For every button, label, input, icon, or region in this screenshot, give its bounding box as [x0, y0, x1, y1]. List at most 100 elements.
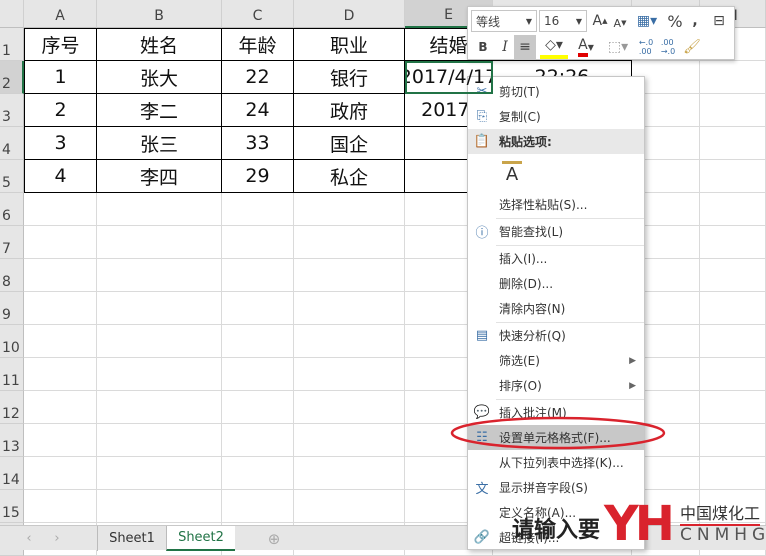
cell-D9[interactable]: [294, 292, 405, 325]
row-header-11[interactable]: 11: [0, 358, 24, 391]
row-header-1[interactable]: 1: [0, 28, 24, 61]
percent-button[interactable]: %: [666, 11, 684, 31]
cell-B5[interactable]: 李四: [97, 160, 222, 193]
format-painter-icon[interactable]: 🖌: [682, 35, 702, 59]
cell-D6[interactable]: [294, 193, 405, 226]
increase-decimal-icon[interactable]: ←.0.00: [636, 35, 656, 59]
menu-item-8[interactable]: 清除内容(N): [468, 296, 644, 321]
cell-B11[interactable]: [97, 358, 222, 391]
cell-A15[interactable]: [24, 490, 97, 523]
cell-E2[interactable]: 2017/4/17: [405, 61, 493, 94]
cell-C3[interactable]: 24: [222, 94, 294, 127]
row-header-6[interactable]: 6: [0, 193, 24, 226]
cell-H5[interactable]: [700, 160, 766, 193]
row-header-5[interactable]: 5: [0, 160, 24, 193]
column-header-C[interactable]: C: [222, 0, 294, 28]
cell-A9[interactable]: [24, 292, 97, 325]
cell-D12[interactable]: [294, 391, 405, 424]
increase-font-icon[interactable]: A ▲: [591, 11, 609, 31]
decrease-decimal-icon[interactable]: .00 →.0: [658, 35, 678, 59]
cell-C10[interactable]: [222, 325, 294, 358]
cell-A10[interactable]: [24, 325, 97, 358]
italic-button[interactable]: I: [496, 37, 514, 57]
cell-A11[interactable]: [24, 358, 97, 391]
cell-A7[interactable]: [24, 226, 97, 259]
cell-B9[interactable]: [97, 292, 222, 325]
cell-C12[interactable]: [222, 391, 294, 424]
cell-H6[interactable]: [700, 193, 766, 226]
cell-D13[interactable]: [294, 424, 405, 457]
cell-B8[interactable]: [97, 259, 222, 292]
cell-H14[interactable]: [700, 457, 766, 490]
cell-H8[interactable]: [700, 259, 766, 292]
menu-item-4[interactable]: 选择性粘贴(S)...: [468, 192, 644, 217]
cell-H3[interactable]: [700, 94, 766, 127]
cell-C4[interactable]: 33: [222, 127, 294, 160]
column-header-B[interactable]: B: [97, 0, 222, 28]
cell-D2[interactable]: 银行: [294, 61, 405, 94]
menu-item-0[interactable]: ✂ 剪切(T): [468, 79, 644, 104]
cell-C11[interactable]: [222, 358, 294, 391]
row-header-8[interactable]: 8: [0, 259, 24, 292]
cell-A3[interactable]: 2: [24, 94, 97, 127]
number-format-icon[interactable]: ▦▾: [633, 11, 661, 31]
cell-D14[interactable]: [294, 457, 405, 490]
bold-button[interactable]: B: [474, 37, 492, 57]
center-align-icon[interactable]: ≡: [514, 35, 536, 59]
column-header-D[interactable]: D: [294, 0, 405, 28]
menu-item-11[interactable]: 排序(O) ▶: [468, 373, 644, 398]
row-header-13[interactable]: 13: [0, 424, 24, 457]
cell-B3[interactable]: 李二: [97, 94, 222, 127]
row-header-9[interactable]: 9: [0, 292, 24, 325]
cell-A13[interactable]: [24, 424, 97, 457]
row-header-15[interactable]: 15: [0, 490, 24, 523]
column-header-A[interactable]: A: [24, 0, 97, 28]
select-all-corner[interactable]: [0, 0, 24, 28]
menu-item-14[interactable]: 从下拉列表中选择(K)...: [468, 450, 644, 475]
row-header-14[interactable]: 14: [0, 457, 24, 490]
cell-H7[interactable]: [700, 226, 766, 259]
sheet-tab-sheet1[interactable]: Sheet1: [97, 526, 166, 551]
add-sheet-icon[interactable]: ⊕: [264, 526, 284, 551]
cell-A12[interactable]: [24, 391, 97, 424]
row-header-12[interactable]: 12: [0, 391, 24, 424]
cell-A14[interactable]: [24, 457, 97, 490]
cell-C1[interactable]: 年龄: [222, 28, 294, 61]
cell-H10[interactable]: [700, 325, 766, 358]
cell-C5[interactable]: 29: [222, 160, 294, 193]
fill-color-icon[interactable]: ◇▾: [540, 35, 568, 59]
menu-item-5[interactable]: ⓘ 智能查找(L): [468, 219, 644, 244]
cell-D5[interactable]: 私企: [294, 160, 405, 193]
font-size-select[interactable]: 16 ▼: [539, 10, 587, 32]
cell-C13[interactable]: [222, 424, 294, 457]
cell-C7[interactable]: [222, 226, 294, 259]
cell-C14[interactable]: [222, 457, 294, 490]
menu-item-7[interactable]: 删除(D)...: [468, 271, 644, 296]
cell-D11[interactable]: [294, 358, 405, 391]
comma-button[interactable]: ,: [686, 11, 704, 31]
font-color-button[interactable]: A ▼: [572, 35, 600, 59]
row-header-3[interactable]: 3: [0, 94, 24, 127]
menu-item-1[interactable]: ⎘ 复制(C): [468, 104, 644, 129]
cell-H4[interactable]: [700, 127, 766, 160]
cell-A6[interactable]: [24, 193, 97, 226]
sheet-tab-sheet2[interactable]: Sheet2: [166, 526, 235, 551]
cell-B13[interactable]: [97, 424, 222, 457]
cell-D1[interactable]: 职业: [294, 28, 405, 61]
cell-B12[interactable]: [97, 391, 222, 424]
cell-D3[interactable]: 政府: [294, 94, 405, 127]
cell-A8[interactable]: [24, 259, 97, 292]
tab-scroll-left-icon[interactable]: ‹: [22, 526, 36, 551]
decrease-font-icon[interactable]: A ▼: [611, 13, 629, 33]
menu-item-3[interactable]: A: [468, 154, 644, 192]
cell-C9[interactable]: [222, 292, 294, 325]
cell-H11[interactable]: [700, 358, 766, 391]
menu-item-9[interactable]: ▤ 快速分析(Q): [468, 323, 644, 348]
cell-H12[interactable]: [700, 391, 766, 424]
row-header-2[interactable]: 2: [0, 61, 24, 94]
cell-B4[interactable]: 张三: [97, 127, 222, 160]
cell-A4[interactable]: 3: [24, 127, 97, 160]
cell-A1[interactable]: 序号: [24, 28, 97, 61]
cell-C6[interactable]: [222, 193, 294, 226]
borders-icon[interactable]: ⬚▾: [604, 35, 632, 59]
